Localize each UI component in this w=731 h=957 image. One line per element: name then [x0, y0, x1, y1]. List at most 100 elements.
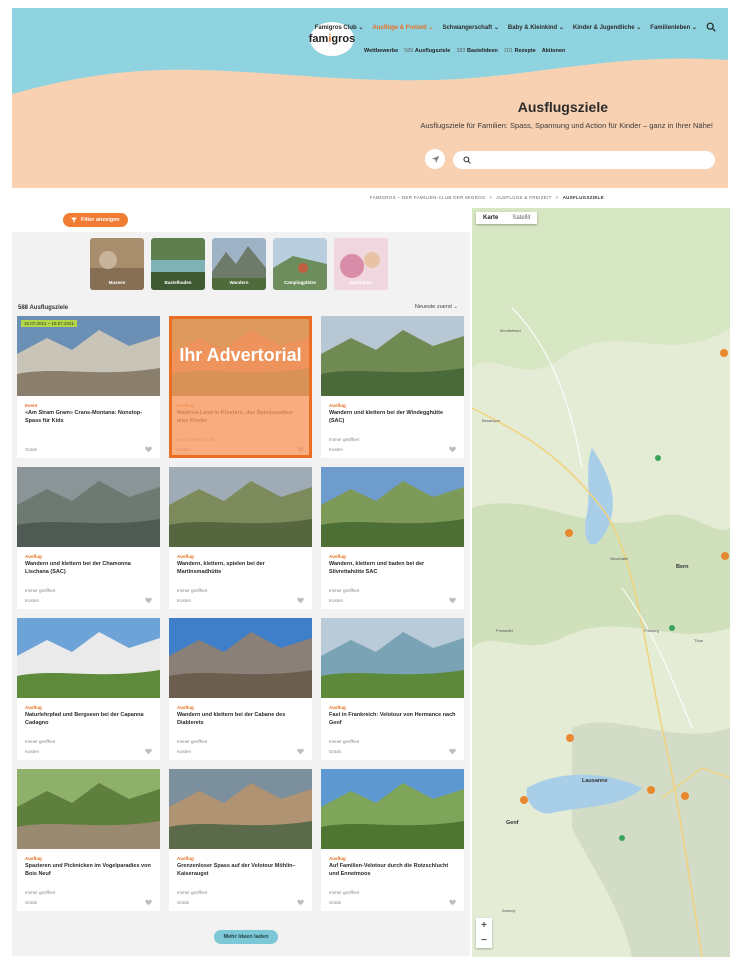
category-label: Bastelbuden: [164, 280, 192, 285]
card-title: Wandern und klettern bei der Windegghütt…: [329, 410, 444, 424]
heart-icon[interactable]: [449, 899, 456, 906]
map-type-karte[interactable]: Karte: [476, 212, 505, 224]
card-image: [17, 618, 160, 698]
map-marker[interactable]: [655, 455, 661, 461]
map-marker[interactable]: [565, 529, 573, 537]
result-card[interactable]: Ausflug Wandern, klettern und baden bei d…: [321, 467, 464, 609]
nav-familienleben[interactable]: Familienleben ⌄: [650, 24, 697, 31]
card-opening-hours: Immer geöffnet: [329, 890, 360, 895]
subnav-item-bastelideen[interactable]: 383 Bastelideen: [456, 48, 498, 54]
map-marker[interactable]: [647, 786, 655, 794]
map-marker[interactable]: [681, 792, 689, 800]
breadcrumb-item[interactable]: AUSFLÜGE & FREIZEIT: [496, 195, 551, 200]
map-marker[interactable]: [566, 734, 574, 742]
card-price: Gratis: [177, 900, 190, 905]
card-title: «Am Stram Gram» Crans-Montana: Nonstop-S…: [25, 410, 143, 424]
nav-schwangerschaft[interactable]: Schwangerschaft ⌄: [442, 24, 498, 31]
heart-icon[interactable]: [145, 748, 152, 755]
advertorial-label: Ihr Advertorial: [179, 345, 302, 365]
heart-icon[interactable]: [145, 446, 152, 453]
subnav-item-ausflugsziele[interactable]: 589 Ausflugsziele: [404, 48, 450, 54]
card-photo: [321, 316, 464, 396]
heart-icon[interactable]: [449, 446, 456, 453]
map-marker[interactable]: [720, 349, 728, 357]
heart-icon[interactable]: [145, 899, 152, 906]
category-tile-museen[interactable]: Museen: [90, 238, 144, 290]
heart-icon[interactable]: [145, 597, 152, 604]
result-card[interactable]: Ausflug Naturlehrpfad und Bergseen bei de…: [17, 618, 160, 760]
result-card[interactable]: 16.07.2021 – 18.07.2021 Event «Am Stram Gr…: [17, 316, 160, 458]
heart-icon[interactable]: [297, 597, 304, 604]
result-card[interactable]: Ausflug Wandern, klettern, spielen bei de…: [169, 467, 312, 609]
map-type-satellit[interactable]: Satellit: [505, 212, 537, 224]
card-price: Kosten: [25, 598, 40, 603]
heart-icon[interactable]: [297, 748, 304, 755]
card-photo: [321, 769, 464, 849]
map-canvas[interactable]: [472, 208, 730, 957]
locate-me-button[interactable]: [425, 149, 445, 169]
page-title: Ausflugsziele: [517, 99, 608, 115]
card-category: Ausflug: [329, 856, 346, 861]
map-marker[interactable]: [520, 796, 528, 804]
breadcrumb-item[interactable]: FAMIGROS – DER FAMILIEN-CLUB DER MIGROS: [370, 195, 485, 200]
card-category: Event: [25, 403, 38, 408]
nav-baby-kleinkind[interactable]: Baby & Kleinkind ⌄: [508, 24, 564, 31]
search-icon: [463, 156, 471, 164]
map-marker[interactable]: [721, 552, 729, 560]
map-place-label: Genf: [506, 820, 519, 826]
card-image: [321, 769, 464, 849]
heart-icon[interactable]: [297, 899, 304, 906]
card-category: Ausflug: [329, 403, 346, 408]
result-card[interactable]: Ausflug Spazieren und Picknicken im Vogel…: [17, 769, 160, 911]
card-title: Spazieren und Picknicken im Vogelparadie…: [25, 863, 151, 877]
result-card[interactable]: Ausflug Fast in Frankreich: Velotour von …: [321, 618, 464, 760]
nav-famigros-club[interactable]: Famigros Club ⌄: [315, 24, 364, 31]
card-image: [321, 618, 464, 698]
subnav-item-wettbewerbe[interactable]: Wettbewerbe: [364, 48, 398, 54]
card-opening-hours: Immer geöffnet: [329, 739, 360, 744]
zoom-in-button[interactable]: +: [481, 920, 487, 931]
map-marker[interactable]: [619, 835, 625, 841]
subnav-item-rezepte[interactable]: 201 Rezepte: [504, 48, 536, 54]
card-opening-hours: Immer geöffnet: [329, 437, 360, 442]
filter-button-label: Filter anzeigen: [81, 217, 120, 223]
search-input[interactable]: [477, 156, 697, 164]
sub-navigation: Wettbewerbe 589 Ausflugsziele 383 Bastel…: [364, 48, 565, 54]
results-panel: Filter anzeigen Museen Bastelbuden Wande…: [12, 208, 470, 956]
zoom-out-button[interactable]: −: [481, 935, 487, 946]
map-panel[interactable]: Bern Lausanne Genf Neuchâtel Fribourg Mo…: [472, 208, 730, 957]
result-card[interactable]: Ausflug Wandern und klettern bei der Wind…: [321, 316, 464, 458]
map-zoom-control: + −: [476, 918, 492, 948]
filter-button[interactable]: Filter anzeigen: [63, 213, 128, 227]
advertorial-overlay: Ihr Advertorial: [169, 316, 312, 458]
sort-dropdown[interactable]: Neueste zuerst ⌄: [415, 304, 458, 310]
subnav-item-aktionen[interactable]: Aktionen: [542, 48, 566, 54]
category-tile-wandern[interactable]: Wandern: [212, 238, 266, 290]
heart-icon[interactable]: [449, 748, 456, 755]
nav-ausfluege-freizeit[interactable]: Ausflüge & Freizeit ⌄: [372, 24, 433, 31]
card-category: Ausflug: [25, 856, 42, 861]
logo-text: fam: [308, 33, 329, 45]
category-tile-spielplaetze[interactable]: Spielplätze: [334, 238, 388, 290]
heart-icon[interactable]: [449, 597, 456, 604]
card-category: Ausflug: [177, 554, 194, 559]
card-title: Wandern und klettern bei der Cabane des …: [177, 712, 286, 726]
search-icon[interactable]: [706, 22, 716, 32]
card-opening-hours: Immer geöffnet: [25, 890, 56, 895]
result-card[interactable]: Ausflug Wandern und klettern bei der Cham…: [17, 467, 160, 609]
load-more-button[interactable]: Mehr Ideen laden: [214, 930, 278, 944]
result-card[interactable]: Ausflug Wandern und klettern bei der Caba…: [169, 618, 312, 760]
card-image: [169, 467, 312, 547]
nav-kinder-jugendliche[interactable]: Kinder & Jugendliche ⌄: [573, 24, 641, 31]
category-tile-bastelbuden[interactable]: Bastelbuden: [151, 238, 205, 290]
card-price: Gratis: [329, 900, 342, 905]
result-card[interactable]: Ausflug Grenzenloser Spass auf der Veloto…: [169, 769, 312, 911]
search-field[interactable]: [453, 151, 715, 169]
map-marker[interactable]: [669, 625, 675, 631]
advertorial-card[interactable]: AusflugMadrisa-Land in Klosters, das Spi…: [169, 316, 312, 458]
card-image: [17, 467, 160, 547]
card-price: Gratis: [329, 749, 342, 754]
result-card[interactable]: Ausflug Auf Familien-Velotour durch die R…: [321, 769, 464, 911]
location-arrow-icon: [431, 155, 439, 163]
category-tile-campingplaetze[interactable]: Campingplätze: [273, 238, 327, 290]
